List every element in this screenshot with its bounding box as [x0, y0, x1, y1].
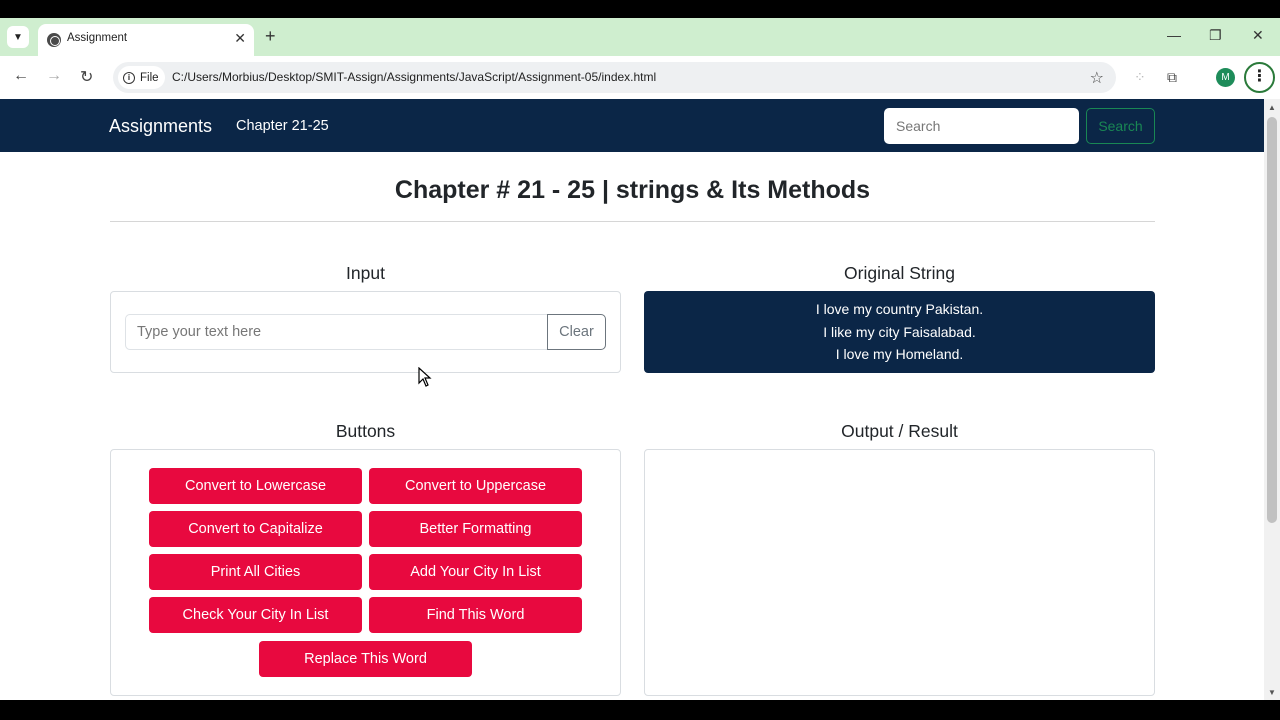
tab-strip: ▼ Assignment ✕ + — ❐ ✕ [0, 18, 1280, 56]
capitalize-button[interactable]: Convert to Capitalize [149, 511, 362, 547]
top-border [0, 0, 1280, 18]
navbar-search-input[interactable] [884, 108, 1079, 144]
browser-toolbar: ← → ↻ i File C:/Users/Morbius/Desktop/SM… [0, 56, 1280, 99]
find-word-button[interactable]: Find This Word [369, 597, 582, 633]
mouse-cursor-icon [418, 367, 432, 387]
uppercase-button[interactable]: Convert to Uppercase [369, 468, 582, 504]
output-section-title: Output / Result [841, 421, 958, 441]
navbar-search-button[interactable]: Search [1086, 108, 1155, 144]
site-info-chip[interactable]: i File [118, 66, 165, 89]
original-line: I like my city Faisalabad. [823, 323, 976, 340]
restore-icon[interactable]: ❐ [1209, 27, 1222, 44]
scroll-up-icon[interactable]: ▲ [1268, 103, 1276, 112]
print-cities-button[interactable]: Print All Cities [149, 554, 362, 590]
output-card [644, 449, 1155, 696]
bookmark-star-icon[interactable]: ☆ [1090, 68, 1104, 88]
original-line: I love my Homeland. [835, 346, 964, 362]
page-scrollbar[interactable]: ▲ ▼ [1264, 99, 1280, 700]
check-city-button[interactable]: Check Your City In List [149, 597, 362, 633]
buttons-section-title: Buttons [335, 421, 396, 441]
profile-avatar[interactable]: M [1216, 68, 1235, 87]
screen: ▼ Assignment ✕ + — ❐ ✕ ← → ↻ i File C:/U… [0, 0, 1280, 720]
input-section-title: Input [346, 263, 385, 283]
scroll-down-icon[interactable]: ▼ [1268, 688, 1276, 697]
divider [110, 221, 1155, 222]
replace-word-button[interactable]: Replace This Word [259, 641, 472, 677]
file-chip-label: File [140, 71, 159, 84]
browser-tab[interactable]: Assignment ✕ [38, 24, 254, 56]
new-tab-plus-icon[interactable]: + [265, 26, 276, 46]
extensions-puzzle-icon[interactable]: ⧉ [1167, 69, 1177, 86]
original-section-title: Original String [844, 263, 955, 283]
lowercase-button[interactable]: Convert to Lowercase [149, 468, 362, 504]
address-bar[interactable]: i File C:/Users/Morbius/Desktop/SMIT-Ass… [113, 62, 1116, 93]
scroll-thumb[interactable] [1267, 117, 1277, 523]
bottom-border [0, 700, 1280, 720]
page-title: Chapter # 21 - 25 | strings & Its Method… [394, 176, 871, 204]
clear-button[interactable]: Clear [547, 314, 606, 350]
url-text[interactable]: C:/Users/Morbius/Desktop/SMIT-Assign/Ass… [172, 70, 656, 84]
minimize-icon[interactable]: — [1167, 27, 1181, 43]
add-city-button[interactable]: Add Your City In List [369, 554, 582, 590]
back-arrow-icon[interactable]: ← [13, 67, 29, 85]
site-navbar: Assignments Chapter 21-25 Search [0, 99, 1264, 152]
tab-close-icon[interactable]: ✕ [234, 30, 246, 47]
window-close-icon[interactable]: ✕ [1252, 27, 1264, 44]
navbar-brand[interactable]: Assignments [109, 116, 212, 137]
globe-icon [47, 33, 61, 47]
original-line: I love my country Pakistan. [815, 301, 984, 317]
original-string-box: I love my country Pakistan. I like my ci… [644, 291, 1155, 373]
tab-search-chevron-icon[interactable]: ▼ [7, 26, 29, 48]
reload-icon[interactable]: ↻ [80, 67, 93, 87]
browser-menu-icon[interactable]: ⋮ [1244, 62, 1275, 93]
better-formatting-button[interactable]: Better Formatting [369, 511, 582, 547]
text-input[interactable] [125, 314, 548, 350]
info-icon: i [123, 71, 135, 84]
forward-arrow-icon[interactable]: → [46, 67, 62, 85]
tab-title: Assignment [67, 32, 128, 44]
nav-link-chapter[interactable]: Chapter 21-25 [236, 118, 329, 134]
extension-loading-icon[interactable]: ⁘ [1134, 69, 1146, 86]
